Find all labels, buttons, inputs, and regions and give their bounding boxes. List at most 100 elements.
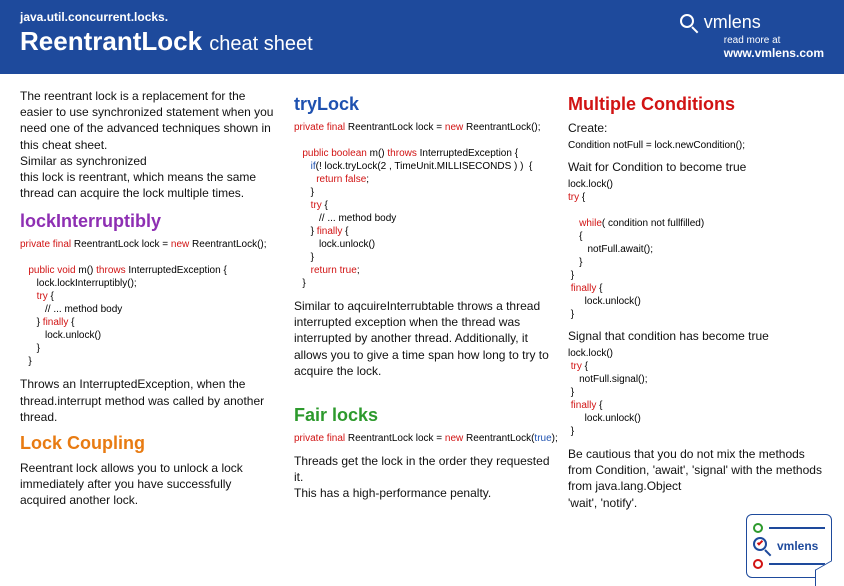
c: notFull.signal(); <box>568 374 647 385</box>
c: } <box>20 356 32 367</box>
c: private final <box>20 239 74 250</box>
column-1: The reentrant lock is a replacement for … <box>20 88 276 519</box>
c: } <box>20 343 40 354</box>
c: lock.unlock() <box>568 296 641 307</box>
c: { <box>568 231 582 242</box>
c: public void <box>20 265 78 276</box>
c: (! lock.tryLock(2 , TimeUnit.MILLISECOND… <box>316 161 533 172</box>
title-sub-text: cheat sheet <box>209 33 312 55</box>
c: true <box>534 433 551 444</box>
footer-row-2: vmlens <box>753 537 825 555</box>
c: throws <box>96 265 128 276</box>
intro-text: The reentrant lock is a replacement for … <box>20 88 276 201</box>
c: ( condition not fullfilled) <box>602 218 704 229</box>
c: m() <box>78 265 96 276</box>
c: if <box>294 161 316 172</box>
subheading-signal: Signal that condition has become true <box>568 329 824 343</box>
c: lock.unlock() <box>568 413 641 424</box>
c: ; <box>357 265 360 276</box>
c: lock.unlock() <box>20 330 101 341</box>
line-icon <box>769 527 825 529</box>
column-2: tryLock private final ReentrantLock lock… <box>294 88 550 519</box>
code-create: Condition notFull = lock.newCondition(); <box>568 139 824 152</box>
c: } <box>20 317 43 328</box>
c: { <box>596 400 602 411</box>
c: } <box>294 252 314 263</box>
c: lock.lockInterruptibly(); <box>20 278 137 289</box>
c: finally <box>568 400 596 411</box>
para-trylock: Similar to aqcuireInterrubtable throws a… <box>294 298 550 379</box>
c: { <box>582 361 588 372</box>
c: ReentrantLock(); <box>192 239 266 250</box>
para-fair: Threads get the lock in the order they r… <box>294 453 550 502</box>
c: ReentrantLock( <box>466 433 534 444</box>
c: try <box>20 291 48 302</box>
c: { <box>68 317 74 328</box>
footer-card-icon: vmlens <box>746 514 832 578</box>
c: lock.unlock() <box>294 239 375 250</box>
c: InterruptedException { <box>420 148 518 159</box>
c: } <box>568 309 574 320</box>
c: lock.lock() <box>568 179 613 190</box>
magnifier-check-icon <box>753 537 771 555</box>
read-more-label: read more at <box>724 35 781 46</box>
circle-icon <box>753 559 763 569</box>
page: java.util.concurrent.locks. ReentrantLoc… <box>0 0 844 586</box>
c: new <box>445 433 466 444</box>
heading-fair-locks: Fair locks <box>294 405 550 426</box>
circle-icon <box>753 523 763 533</box>
magnifier-icon <box>680 14 698 32</box>
c: ReentrantLock lock = <box>74 239 171 250</box>
c: { <box>48 291 54 302</box>
code-fair: private final ReentrantLock lock = new R… <box>294 432 550 445</box>
c: ; <box>366 174 369 185</box>
c: return true <box>294 265 357 276</box>
c: private final <box>294 433 348 444</box>
c: } <box>568 270 574 281</box>
package-path: java.util.concurrent.locks. <box>20 10 313 24</box>
c: finally <box>568 283 596 294</box>
c: { <box>342 226 348 237</box>
c: private final <box>294 122 348 133</box>
heading-lockinterruptibly: lockInterruptibly <box>20 211 276 232</box>
code-lockinterruptibly: private final ReentrantLock lock = new R… <box>20 238 276 368</box>
heading-lock-coupling: Lock Coupling <box>20 433 276 454</box>
code-signal: lock.lock() try { notFull.signal(); } fi… <box>568 347 824 438</box>
footer-brand: vmlens <box>777 539 818 553</box>
c: lock.lock() <box>568 348 613 359</box>
brand-row: vmlens <box>680 12 761 33</box>
c: new <box>171 239 192 250</box>
footer-row-3 <box>753 559 825 569</box>
para-caution: Be cautious that you do not mix the meth… <box>568 446 824 511</box>
c: while <box>568 218 602 229</box>
brand-url: www.vmlens.com <box>724 46 824 60</box>
c: notFull.await(); <box>568 244 653 255</box>
c: try <box>568 192 579 203</box>
para-lock-coupling: Reentrant lock allows you to unlock a lo… <box>20 460 276 509</box>
c: } <box>294 278 306 289</box>
para-lockinterruptibly: Throws an InterruptedException, when the… <box>20 376 276 425</box>
page-title: ReentrantLock cheat sheet <box>20 26 313 57</box>
c: try <box>568 361 582 372</box>
code-trylock: private final ReentrantLock lock = new R… <box>294 121 550 290</box>
c: { <box>322 200 328 211</box>
footer-logo: vmlens <box>746 514 832 578</box>
code-wait: lock.lock() try { while( condition not f… <box>568 178 824 321</box>
c: Condition notFull = lock.newCondition(); <box>568 140 745 151</box>
heading-multiple-conditions: Multiple Conditions <box>568 94 824 115</box>
c: // ... method body <box>294 213 396 224</box>
content: The reentrant lock is a replacement for … <box>0 74 844 529</box>
c: ReentrantLock(); <box>466 122 540 133</box>
c: ); <box>552 433 558 444</box>
c: // ... method body <box>20 304 122 315</box>
c: return false <box>294 174 366 185</box>
c: } <box>568 426 574 437</box>
c: { <box>579 192 585 203</box>
header-left: java.util.concurrent.locks. ReentrantLoc… <box>20 10 313 57</box>
c: } <box>568 387 574 398</box>
c: ReentrantLock lock = <box>348 122 445 133</box>
c: { <box>596 283 602 294</box>
c: } <box>568 257 582 268</box>
c: finally <box>317 226 343 237</box>
c: ReentrantLock lock = <box>348 433 445 444</box>
